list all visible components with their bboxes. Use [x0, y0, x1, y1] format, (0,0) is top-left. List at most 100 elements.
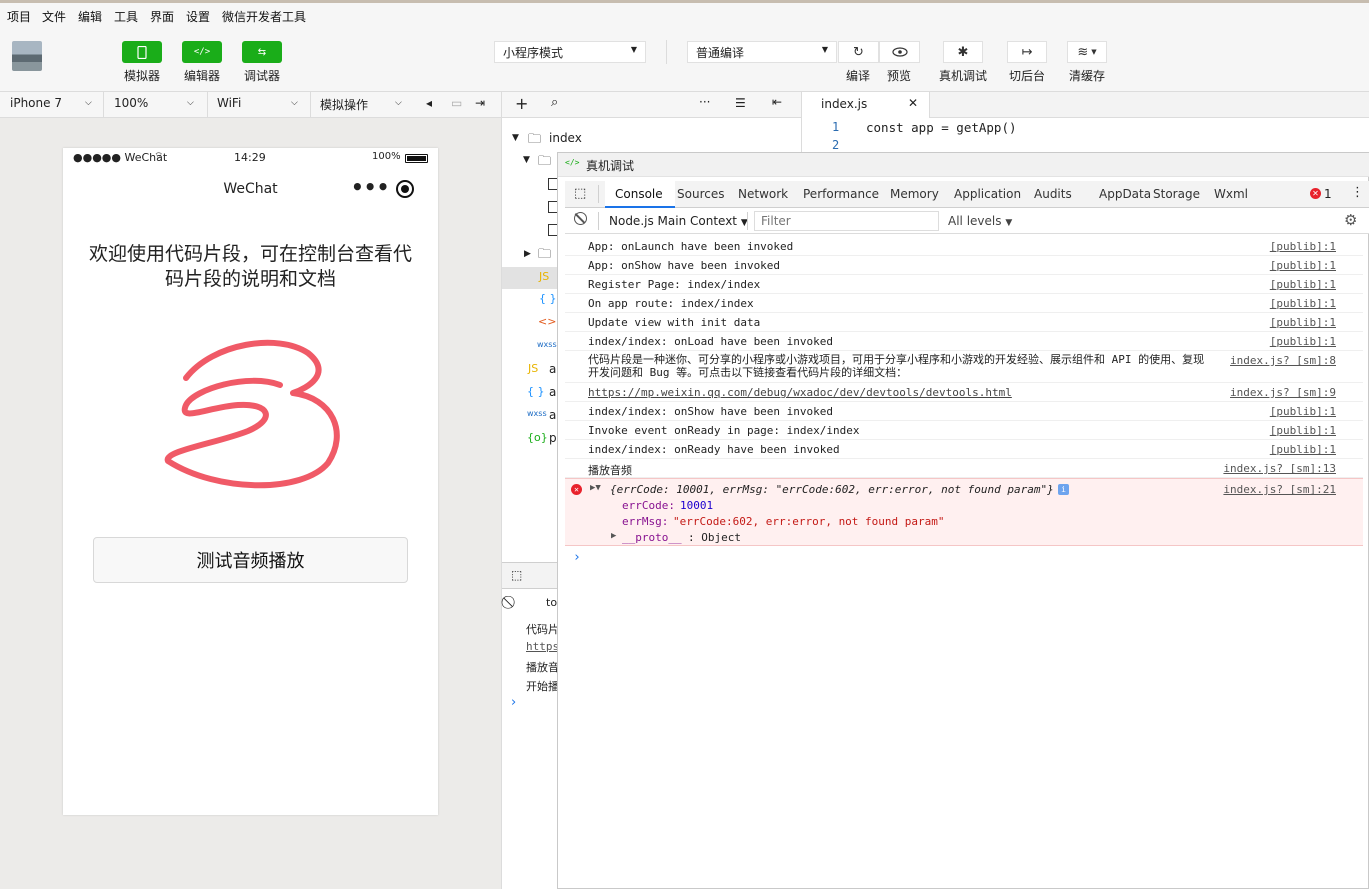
collapse-icon[interactable]: ☰ — [735, 96, 746, 110]
log-source-link[interactable]: [publib]:1 — [1270, 278, 1336, 291]
tab-sources[interactable]: Sources — [677, 187, 724, 201]
tab-storage[interactable]: Storage — [1153, 187, 1200, 201]
tree-item-label[interactable]: p — [549, 431, 557, 445]
menu-devtools[interactable]: 微信开发者工具 — [222, 8, 306, 25]
menu-edit[interactable]: 编辑 — [78, 8, 102, 25]
close-capsule-icon[interactable] — [396, 180, 414, 198]
background-button[interactable]: ↦ — [1007, 41, 1047, 63]
log-row: index/index: onShow have been invoked [pu… — [565, 402, 1363, 421]
log-message: index/index: onLoad have been invoked — [588, 335, 834, 348]
log-source-link[interactable]: [publib]:1 — [1270, 316, 1336, 329]
remote-debug-button[interactable]: ✱ — [943, 41, 983, 63]
zoom-select[interactable]: 100% — [114, 96, 148, 110]
error-summary[interactable]: {errCode: 10001, errMsg: "errCode:602, e… — [610, 483, 1054, 496]
log-source-link[interactable]: [publib]:1 — [1270, 443, 1336, 456]
prompt-icon[interactable]: › — [511, 695, 516, 710]
avatar[interactable] — [12, 41, 42, 71]
log-message: 播放音频 — [588, 464, 632, 477]
add-file-icon[interactable]: + — [515, 94, 528, 113]
search-icon[interactable]: ⌕ — [551, 95, 558, 110]
tab-application[interactable]: Application — [954, 187, 1021, 201]
more-vertical-icon[interactable]: ⋮ — [1351, 185, 1364, 200]
log-source-link[interactable]: index.js? [sm]:8 — [1230, 354, 1336, 367]
log-url-link[interactable]: https://mp.weixin.qq.com/debug/wxadoc/de… — [588, 386, 1012, 399]
levels-select[interactable]: All levels ▼ — [948, 214, 1012, 228]
log-source-link[interactable]: [publib]:1 — [1270, 297, 1336, 310]
nav-bar: WeChat ••• — [63, 168, 438, 212]
proto-key[interactable]: __proto__ — [622, 531, 682, 544]
tab-performance[interactable]: Performance — [803, 187, 879, 201]
chevron-down-icon: ⌵ — [395, 98, 402, 108]
simulator-toggle-button[interactable] — [122, 41, 162, 63]
selected-file-row[interactable] — [502, 267, 558, 289]
tree-item-label[interactable]: a — [549, 408, 556, 422]
gear-icon[interactable]: ⚙ — [1344, 211, 1357, 229]
tab-console[interactable]: Console — [615, 187, 663, 201]
log-message: Register Page: index/index — [588, 278, 761, 291]
tab-audits[interactable]: Audits — [1034, 187, 1072, 201]
network-select[interactable]: WiFi — [217, 96, 241, 110]
caret-right-icon[interactable]: ▶ — [524, 249, 531, 259]
popout-icon[interactable]: ⇥ — [475, 96, 485, 110]
test-audio-button[interactable]: 测试音频播放 — [93, 537, 408, 583]
info-icon[interactable]: i — [1058, 484, 1069, 495]
mini-console-line: 开始播 — [526, 680, 559, 693]
background-label: 切后台 — [1008, 69, 1045, 83]
tree-root-label[interactable]: index — [549, 131, 582, 145]
tab-wxml[interactable]: Wxml — [1214, 187, 1248, 201]
wxml-file-icon: <> — [538, 315, 557, 328]
inspect-icon[interactable]: ⬚ — [511, 568, 522, 582]
log-source-link[interactable]: index.js? [sm]:9 — [1230, 386, 1336, 399]
preview-button[interactable] — [879, 41, 920, 63]
filter-input[interactable] — [754, 211, 939, 231]
tab-appdata[interactable]: AppData — [1099, 187, 1151, 201]
debugger-toggle-button[interactable]: ⇆ — [242, 41, 282, 63]
expand-arrow-icon[interactable]: ▶ — [611, 531, 616, 541]
error-count-icon[interactable]: ✕ — [1310, 188, 1321, 199]
log-source-link[interactable]: [publib]:1 — [1270, 259, 1336, 272]
compile-button[interactable]: ↻ — [838, 41, 879, 63]
tree-item-label[interactable]: a — [549, 385, 556, 399]
operation-select[interactable]: 模拟操作 — [320, 96, 368, 113]
editor-tab-bar: index.js ✕ — [802, 92, 1369, 118]
error-source-link[interactable]: index.js? [sm]:21 — [1223, 483, 1336, 496]
mode-select[interactable]: 小程序模式 ▼ — [494, 41, 646, 63]
expand-arrow-icon[interactable]: ▶▼ — [590, 483, 601, 493]
devtools-logo-icon: </> — [565, 158, 580, 167]
compile-mode-select[interactable]: 普通编译 ▼ — [687, 41, 837, 63]
caret-down-icon[interactable]: ▼ — [523, 155, 530, 165]
code-line[interactable]: const app = getApp() — [866, 120, 1017, 135]
log-source-link[interactable]: [publib]:1 — [1270, 240, 1336, 253]
menu-settings[interactable]: 设置 — [186, 8, 210, 25]
more-icon[interactable]: ··· — [699, 95, 710, 109]
tree-item-label[interactable]: a — [549, 362, 556, 376]
console-prompt-icon[interactable]: › — [573, 550, 581, 565]
menu-view[interactable]: 界面 — [150, 8, 174, 25]
mini-filter-text[interactable]: to — [546, 596, 557, 609]
device-select[interactable]: iPhone 7 — [10, 96, 62, 110]
more-icon[interactable]: ••• — [351, 175, 389, 199]
log-source-link[interactable]: index.js? [sm]:13 — [1223, 462, 1336, 475]
editor-tab[interactable]: index.js ✕ — [802, 92, 930, 118]
clear-console-icon[interactable] — [574, 212, 587, 225]
volume-icon[interactable]: ◂ — [426, 96, 432, 110]
caret-down-icon[interactable]: ▼ — [512, 133, 519, 143]
tab-memory[interactable]: Memory — [890, 187, 939, 201]
menu-file[interactable]: 文件 — [42, 8, 66, 25]
tab-network[interactable]: Network — [738, 187, 788, 201]
toggle-panel-icon[interactable]: ⇤ — [772, 95, 782, 109]
log-source-link[interactable]: [publib]:1 — [1270, 405, 1336, 418]
menu-project[interactable]: 项目 — [7, 8, 31, 25]
mini-console-link[interactable]: https — [526, 640, 559, 653]
divider — [598, 185, 599, 203]
context-select[interactable]: Node.js Main Context ▼ — [609, 214, 748, 228]
editor-toggle-button[interactable]: </> — [182, 41, 222, 63]
log-source-link[interactable]: [publib]:1 — [1270, 424, 1336, 437]
inspect-element-icon[interactable]: ⬚ — [574, 186, 586, 201]
rotate-icon[interactable]: ▭ — [451, 96, 462, 110]
menu-tools[interactable]: 工具 — [114, 8, 138, 25]
clear-cache-button[interactable]: ≋ ▼ — [1067, 41, 1107, 63]
close-icon[interactable]: ✕ — [908, 96, 918, 110]
mini-console-line: 播放音 — [526, 661, 559, 674]
log-source-link[interactable]: [publib]:1 — [1270, 335, 1336, 348]
